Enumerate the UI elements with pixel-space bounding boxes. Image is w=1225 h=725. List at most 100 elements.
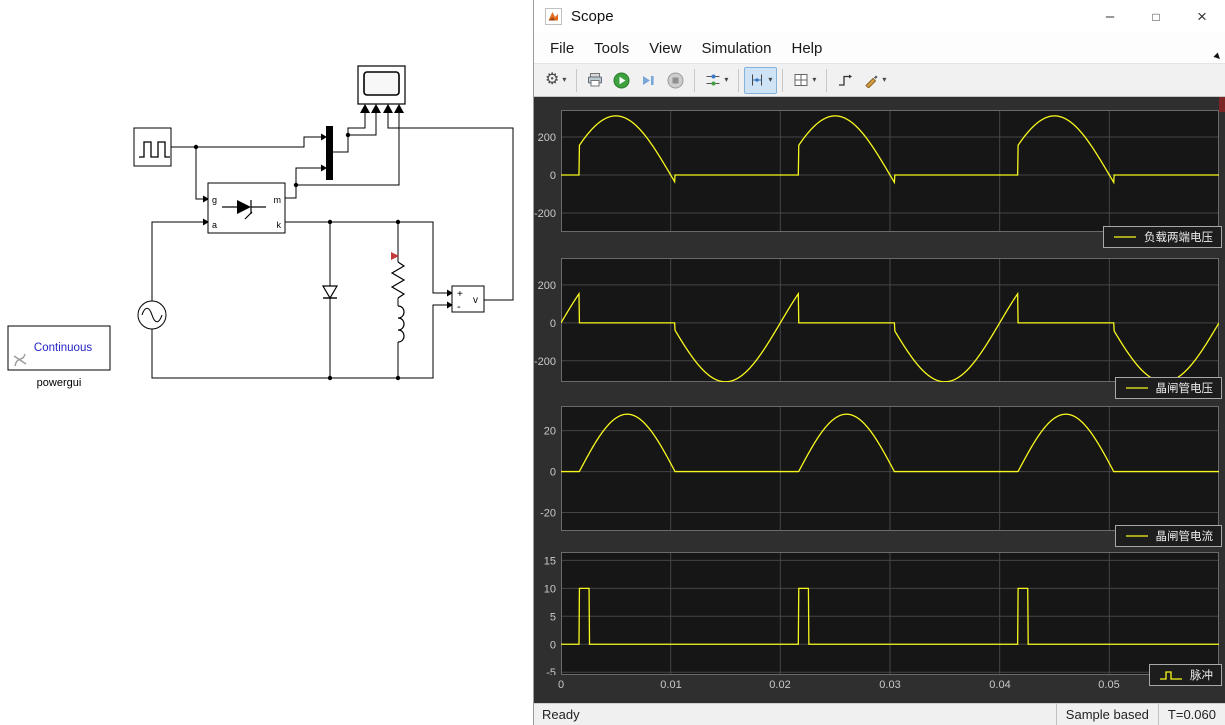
- legend-load-voltage[interactable]: 负载两端电压: [1103, 226, 1222, 248]
- svg-text:15: 15: [544, 555, 556, 567]
- maximize-button[interactable]: □: [1133, 0, 1179, 33]
- vm-v-label: v: [473, 295, 478, 306]
- legend-line-icon: [1125, 535, 1148, 537]
- status-sim-time: T=0.060: [1157, 704, 1225, 725]
- plot-pulse[interactable]: 15 10 5 0 -5: [534, 552, 1225, 675]
- signal-selector-button[interactable]: ▾: [700, 67, 733, 94]
- gear-icon: ⚙: [545, 71, 560, 88]
- svg-text:-200: -200: [534, 208, 556, 220]
- x-tick: 0.01: [660, 679, 682, 691]
- pulse-generator-block[interactable]: [133, 127, 172, 167]
- x-tick: 0.05: [1098, 679, 1120, 691]
- x-tick: 0.04: [989, 679, 1011, 691]
- statusbar: Ready Sample based T=0.060: [534, 703, 1225, 725]
- x-tick: 0.02: [769, 679, 791, 691]
- chevron-down-icon: ▾: [882, 75, 887, 84]
- powergui-display-text: Continuous: [34, 342, 92, 354]
- stop-icon: [667, 72, 684, 88]
- status-sample-mode: Sample based: [1055, 704, 1158, 725]
- svg-text:10: 10: [544, 583, 556, 595]
- svg-text:0: 0: [550, 318, 556, 330]
- layout-button[interactable]: ▾: [788, 67, 821, 94]
- scope-app-icon: [545, 8, 562, 25]
- voltage-measurement-block[interactable]: + - v: [451, 285, 485, 313]
- svg-text:0: 0: [550, 170, 556, 182]
- scope-toolbar: ⚙ ▾ ▾ ▾ ▾ ▾: [534, 63, 1225, 97]
- port-label-a: a: [212, 220, 217, 230]
- svg-text:200: 200: [538, 280, 556, 292]
- svg-text:0: 0: [550, 467, 556, 479]
- style-button[interactable]: ▾: [858, 67, 891, 94]
- ac-voltage-source-block[interactable]: [137, 300, 167, 330]
- toolbar-separator: [826, 68, 828, 92]
- thyristor-block[interactable]: g m a k: [207, 182, 286, 234]
- settings-button[interactable]: ⚙ ▾: [540, 67, 571, 94]
- port-label-m: m: [274, 195, 282, 205]
- legend-thyristor-current[interactable]: 晶闸管电流: [1114, 525, 1222, 547]
- trigger-button[interactable]: [832, 67, 858, 94]
- x-tick: 0: [557, 679, 565, 691]
- scope-block[interactable]: [357, 65, 406, 105]
- signal-selector-icon: [706, 74, 720, 86]
- chevron-down-icon: ▾: [768, 75, 773, 84]
- trigger-icon: [839, 74, 853, 86]
- diode-block[interactable]: [321, 222, 339, 378]
- powergui-label: powergui: [37, 377, 82, 389]
- resistor-icon: [390, 261, 406, 299]
- menu-tools[interactable]: Tools: [584, 36, 639, 61]
- svg-text:200: 200: [538, 132, 556, 144]
- scope-screen-icon: [363, 71, 400, 96]
- chevron-down-icon: ▾: [724, 75, 729, 84]
- layout-icon: [794, 74, 808, 86]
- chevron-down-icon: ▾: [562, 75, 567, 84]
- menu-help[interactable]: Help: [782, 36, 833, 61]
- menu-file[interactable]: File: [540, 36, 584, 61]
- minimize-button[interactable]: –: [1087, 0, 1133, 33]
- legend-line-icon: [1125, 387, 1148, 389]
- toolbar-separator: [738, 68, 740, 92]
- svg-text:-200: -200: [534, 356, 556, 368]
- menu-simulation[interactable]: Simulation: [691, 36, 781, 61]
- cursor-measurements-icon: [752, 74, 763, 86]
- toolbar-separator: [576, 68, 578, 92]
- toolbar-overflow-icon[interactable]: ▶: [1213, 51, 1224, 62]
- menu-view[interactable]: View: [639, 36, 691, 61]
- svg-text:-20: -20: [540, 508, 556, 520]
- stop-button[interactable]: [662, 67, 689, 94]
- close-button[interactable]: ×: [1179, 0, 1225, 33]
- x-axis-tick-labels: 0 0.01 0.02 0.03 0.04 0.05: [534, 679, 1225, 693]
- mux-block[interactable]: [326, 126, 333, 180]
- brush-icon: [865, 75, 878, 88]
- toolbar-separator: [694, 68, 696, 92]
- plot-thyristor-current[interactable]: 20 0 -20: [534, 406, 1225, 531]
- svg-text:5: 5: [550, 611, 556, 623]
- port-label-g: g: [212, 195, 217, 205]
- legend-label: 晶闸管电流: [1155, 531, 1214, 543]
- powergui-block[interactable]: Continuous powergui: [7, 325, 111, 389]
- titlebar: Scope – □ ×: [534, 0, 1225, 33]
- menubar: File Tools View Simulation Help ▶: [534, 33, 1225, 63]
- svg-text:-5: -5: [546, 667, 556, 675]
- plot-thyristor-voltage[interactable]: 200 0 -200: [534, 258, 1225, 382]
- legend-label: 负载两端电压: [1144, 232, 1213, 244]
- scope-figure: 200 0 -200 200 0 -200 20 0 -20 15 10 5 0 -5 负载两端电压…: [534, 97, 1225, 703]
- model-diagram: g m a k + - v Continuous powergui: [7, 65, 514, 389]
- inductor-icon: [397, 305, 405, 343]
- cursor-measurements-button[interactable]: ▾: [744, 66, 778, 94]
- rlc-branch-block[interactable]: [390, 222, 406, 378]
- right-edge-indicator: [1219, 97, 1225, 112]
- step-forward-button[interactable]: [635, 67, 662, 94]
- scope-window: Scope – □ × File Tools View Simulation H…: [533, 0, 1225, 725]
- vm-minus-label: -: [457, 301, 461, 313]
- chevron-down-icon: ▾: [812, 75, 817, 84]
- plot-load-voltage[interactable]: 200 0 -200: [534, 110, 1225, 232]
- status-ready: Ready: [542, 707, 580, 722]
- simulink-model-canvas[interactable]: g m a k + - v Continuous powergui: [0, 0, 533, 725]
- run-button[interactable]: [608, 67, 635, 94]
- svg-text:0: 0: [550, 639, 556, 651]
- legend-thyristor-voltage[interactable]: 晶闸管电压: [1114, 377, 1222, 399]
- print-button[interactable]: [582, 67, 608, 94]
- port-label-k: k: [277, 220, 282, 230]
- vm-plus-label: +: [457, 289, 463, 300]
- printer-icon: [588, 73, 603, 87]
